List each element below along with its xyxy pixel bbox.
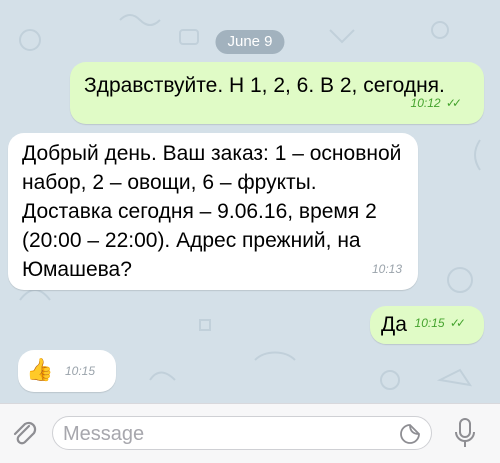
message-text: Добрый день. Ваш заказ: 1 – основной наб… [22,142,402,281]
message-meta: 10:15 ✓✓ [414,309,467,338]
message-time: 10:15 [414,316,445,330]
message-composer [0,403,500,463]
message-time: 10:15 [65,364,96,378]
thumbs-up-icon: 👍 [26,357,54,382]
microphone-icon[interactable] [452,416,478,450]
message-text: Здравствуйте. Н 1, 2, 6. В 2, сегодня. [84,74,445,97]
message-bubble-outgoing[interactable]: Да 10:15 ✓✓ [370,306,484,344]
message-time: 10:13 [371,262,402,276]
message-text: Да [381,313,407,336]
chat-background: June 9 Здравствуйте. Н 1, 2, 6. В 2, сег… [0,0,500,403]
message-bubble-outgoing[interactable]: Здравствуйте. Н 1, 2, 6. В 2, сегодня. 1… [70,62,484,124]
message-meta: 10:12 ✓✓ [410,89,463,118]
date-separator: June 9 [215,30,285,54]
paperclip-icon[interactable] [10,418,38,448]
message-input[interactable] [61,421,385,447]
message-time: 10:12 [410,96,441,110]
double-check-icon: ✓✓ [449,316,466,330]
sticker-icon[interactable] [399,423,421,445]
double-check-icon: ✓✓ [445,96,462,110]
message-bubble-incoming[interactable]: 👍 10:15 [18,350,116,392]
message-bubble-incoming[interactable]: Добрый день. Ваш заказ: 1 – основной наб… [8,133,418,290]
message-input-field[interactable] [52,416,432,450]
